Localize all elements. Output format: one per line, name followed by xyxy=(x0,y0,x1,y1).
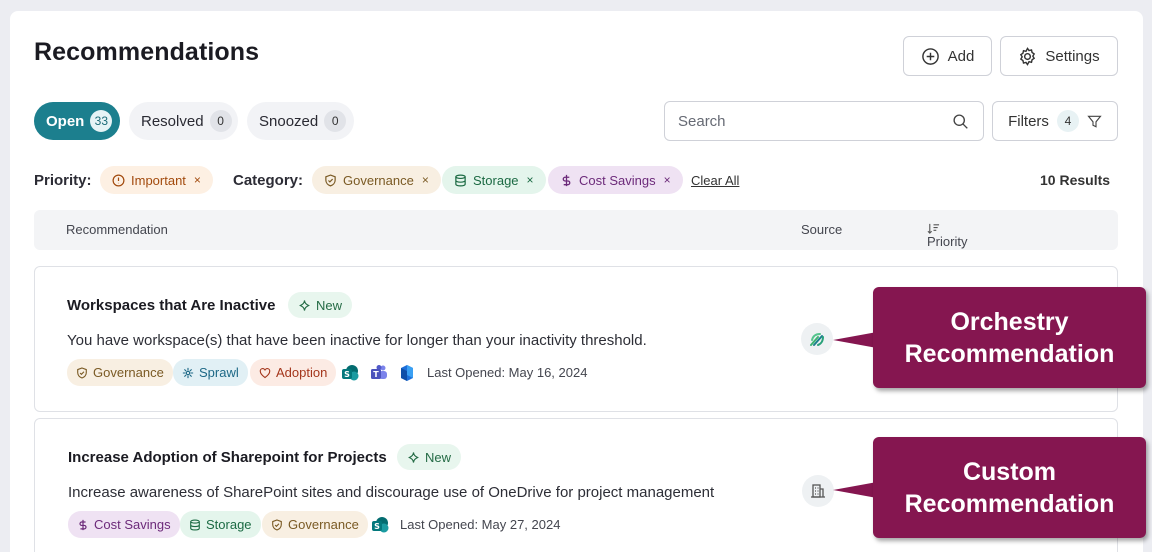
results-count: 10 Results xyxy=(1040,172,1111,188)
building-icon xyxy=(802,475,834,507)
chip-important[interactable]: Important × xyxy=(100,166,213,194)
chip-governance-label: Governance xyxy=(343,172,414,188)
teams-icon: T xyxy=(371,365,387,379)
svg-text:S: S xyxy=(344,370,350,379)
row-1-new-badge: New xyxy=(288,292,353,318)
remove-storage-icon[interactable]: × xyxy=(527,173,534,187)
chip-governance[interactable]: Governance × xyxy=(312,166,441,194)
row-1-tag-label: Sprawl xyxy=(199,365,239,380)
search-input[interactable]: Search xyxy=(664,101,984,141)
remove-important-icon[interactable]: × xyxy=(194,173,201,187)
row-1-tag-label: Adoption xyxy=(276,365,328,380)
orchestry-icon xyxy=(801,323,833,355)
settings-button-label: Settings xyxy=(1045,47,1100,65)
chip-storage-label: Storage xyxy=(473,172,519,188)
row-2-tag-label: Cost Savings xyxy=(94,517,171,532)
row-2-new-badge: New xyxy=(397,444,462,470)
add-button-label: Add xyxy=(947,47,975,65)
callout-1-line-2: Recommendation xyxy=(904,339,1115,368)
database-icon xyxy=(190,518,200,531)
callout-arrow xyxy=(833,482,877,498)
filters-button[interactable]: Filters 4 xyxy=(992,101,1118,141)
custom-callout: Custom Recommendation xyxy=(873,437,1146,538)
category-filter-label: Category: xyxy=(233,172,304,189)
search-placeholder: Search xyxy=(678,112,726,130)
row-2-tag-label: Storage xyxy=(206,517,252,532)
callout-2-line-2: Recommendation xyxy=(904,489,1115,518)
tab-resolved[interactable]: Resolved 0 xyxy=(129,102,238,140)
column-source[interactable]: Source xyxy=(801,222,842,237)
column-priority[interactable]: Priority xyxy=(927,222,967,249)
callout-2-line-1: Custom xyxy=(962,457,1057,486)
svg-text:S: S xyxy=(374,522,380,531)
row-1-description: You have workspace(s) that have been ina… xyxy=(67,332,647,349)
row-2-tag-storage: Storage xyxy=(180,511,261,538)
tab-resolved-label: Resolved xyxy=(141,112,204,130)
dollar-icon xyxy=(562,174,571,186)
tab-open[interactable]: Open 33 xyxy=(34,102,120,140)
row-1-tag-governance: Governance xyxy=(67,359,173,386)
row-1-tag-sprawl: Sprawl xyxy=(173,359,248,386)
sharepoint-icon: S xyxy=(342,365,359,381)
row-1-title[interactable]: Workspaces that Are Inactive xyxy=(67,297,275,314)
row-1-last-opened: Last Opened: May 16, 2024 xyxy=(427,365,588,380)
row-2-badge-label: New xyxy=(425,449,452,465)
row-2-title[interactable]: Increase Adoption of Sharepoint for Proj… xyxy=(68,449,387,466)
plus-circle-icon xyxy=(921,47,939,65)
shield-icon xyxy=(325,173,336,187)
tab-snoozed[interactable]: Snoozed 0 xyxy=(247,102,354,140)
column-priority-label: Priority xyxy=(927,234,968,249)
tab-snoozed-label: Snoozed xyxy=(259,112,319,130)
tab-resolved-count: 0 xyxy=(209,110,232,132)
tab-snoozed-count: 0 xyxy=(324,110,347,132)
chip-cost-savings-label: Cost Savings xyxy=(579,172,656,188)
gear-icon xyxy=(1020,46,1036,66)
dollar-icon xyxy=(79,519,87,530)
filters-count: 4 xyxy=(1056,110,1079,132)
row-1-tag-label: Governance xyxy=(93,365,164,380)
chip-cost-savings[interactable]: Cost Savings × xyxy=(548,166,683,194)
filters-label: Filters xyxy=(1008,112,1049,130)
snowflake-icon xyxy=(182,367,194,378)
sparkle-icon xyxy=(408,451,419,463)
row-2-tag-cost-savings: Cost Savings xyxy=(68,511,180,538)
clear-all-link[interactable]: Clear All xyxy=(691,173,739,188)
row-1-badge-label: New xyxy=(316,297,343,313)
row-2-description: Increase awareness of SharePoint sites a… xyxy=(68,484,715,501)
remove-cost-savings-icon[interactable]: × xyxy=(664,173,671,187)
row-2-tag-governance: Governance xyxy=(262,511,368,538)
column-recommendation[interactable]: Recommendation xyxy=(66,222,168,237)
tab-open-label: Open xyxy=(46,112,85,130)
search-icon xyxy=(953,113,968,129)
page-title: Recommendations xyxy=(34,38,260,66)
add-button[interactable]: Add xyxy=(903,36,992,76)
callout-arrow xyxy=(833,332,877,348)
orchestry-callout: Orchestry Recommendation xyxy=(873,287,1146,388)
row-2-last-opened: Last Opened: May 27, 2024 xyxy=(400,517,561,532)
m365-icon xyxy=(401,365,413,381)
row-2-tag-label: Governance xyxy=(288,517,359,532)
database-icon xyxy=(455,174,466,186)
priority-filter-label: Priority: xyxy=(34,172,92,189)
shield-icon xyxy=(77,366,87,379)
chip-important-label: Important xyxy=(131,172,186,188)
funnel-icon xyxy=(1087,115,1102,128)
heart-shield-icon xyxy=(259,367,271,378)
shield-icon xyxy=(272,518,282,531)
sharepoint-icon: S xyxy=(372,517,389,533)
alert-circle-icon xyxy=(112,174,125,186)
sparkle-icon xyxy=(299,299,310,311)
row-1-tag-adoption: Adoption xyxy=(250,359,337,386)
table-header: Recommendation Source Priority xyxy=(34,210,1118,250)
settings-button[interactable]: Settings xyxy=(1000,36,1118,76)
callout-1-line-1: Orchestry xyxy=(950,307,1069,336)
tab-open-count: 33 xyxy=(90,110,113,132)
svg-text:T: T xyxy=(373,370,379,379)
remove-governance-icon[interactable]: × xyxy=(422,173,429,187)
chip-storage[interactable]: Storage × xyxy=(442,166,546,194)
